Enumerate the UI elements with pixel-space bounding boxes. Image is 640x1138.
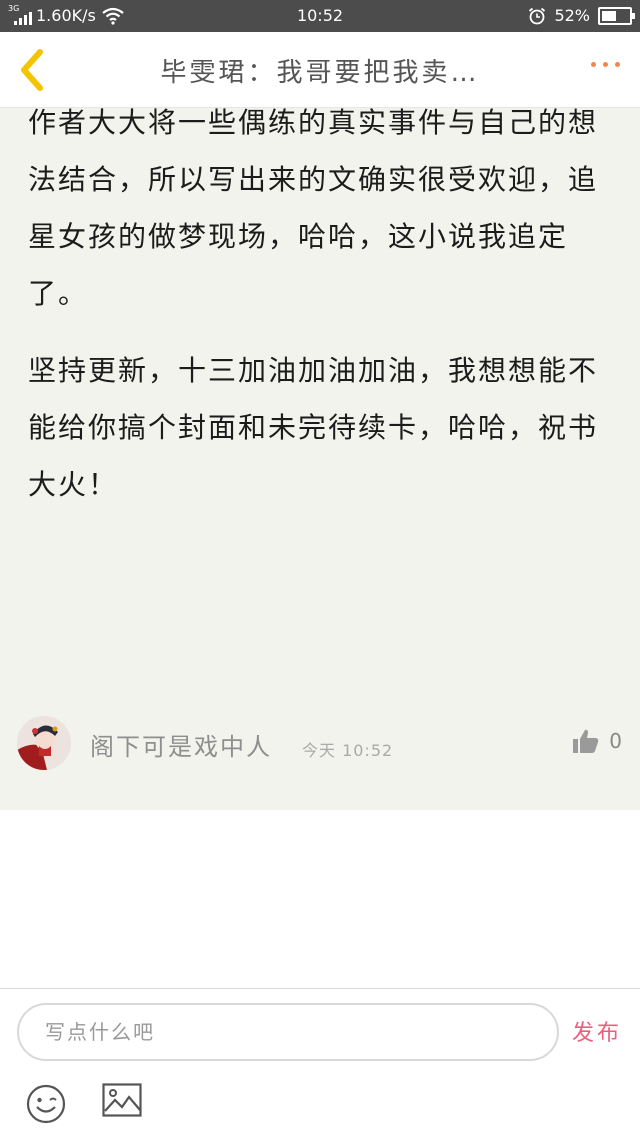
more-dots-icon bbox=[591, 62, 596, 67]
like-count: 0 bbox=[609, 729, 622, 753]
content-paragraph: 坚持更新，十三加油加油加油，我想想能不能给你搞个封面和未完待续卡，哈哈，祝书大火… bbox=[28, 354, 599, 501]
avatar[interactable] bbox=[17, 716, 71, 770]
page-title: 毕雯珺：我哥要把我卖… bbox=[160, 58, 480, 88]
more-dots-icon bbox=[603, 62, 608, 67]
status-bar: 3G 1.60K/s 10:52 52% bbox=[0, 0, 640, 32]
avatar-image bbox=[17, 716, 71, 770]
more-button[interactable] bbox=[591, 56, 620, 73]
image-icon bbox=[102, 1083, 142, 1117]
thumbs-up-icon bbox=[573, 729, 599, 753]
status-right: 52% bbox=[528, 6, 635, 25]
like-button[interactable]: 0 bbox=[573, 729, 622, 753]
chevron-left-icon bbox=[21, 49, 43, 91]
battery-icon bbox=[598, 6, 635, 25]
article-content: 作者大大将一些偶练的真实事件与自己的想法结合，所以写出来的文确实很受欢迎，追星女… bbox=[0, 106, 640, 810]
publish-button[interactable]: 发布 bbox=[572, 1015, 622, 1047]
battery-percent: 52% bbox=[554, 6, 590, 25]
comment-input[interactable] bbox=[17, 1003, 559, 1061]
image-button[interactable] bbox=[102, 1083, 146, 1123]
alarm-icon bbox=[529, 7, 546, 24]
smiley-icon bbox=[26, 1084, 66, 1124]
comment-meta-row: 阁下可是戏中人 今天 10:52 0 bbox=[0, 713, 640, 779]
emoji-button[interactable] bbox=[25, 1083, 69, 1124]
more-dots-icon bbox=[615, 62, 620, 67]
back-button[interactable] bbox=[14, 48, 54, 92]
comment-username[interactable]: 阁下可是戏中人 bbox=[90, 727, 272, 762]
content-paragraph: 作者大大将一些偶练的真实事件与自己的想法结合，所以写出来的文确实很受欢迎，追星女… bbox=[28, 106, 599, 310]
comment-input-bar: 发布 bbox=[0, 988, 640, 1138]
comment-timestamp: 今天 10:52 bbox=[302, 741, 394, 760]
